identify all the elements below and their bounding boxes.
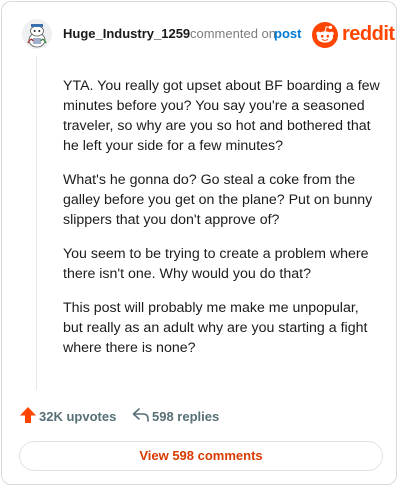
upvote-arrow-icon[interactable]: [19, 406, 37, 424]
view-comments-button[interactable]: View 598 comments: [19, 441, 383, 471]
action-text: commented on: [190, 26, 276, 41]
comment-paragraph: This post will probably me make me unpop…: [63, 300, 368, 356]
comment-card: Huge_Industry_1259 commented on post red…: [1, 1, 397, 485]
comment-paragraph: YTA. You really got upset about BF board…: [63, 78, 380, 154]
reply-count[interactable]: 598 replies: [152, 409, 219, 424]
comment-footer: 32K upvotes 598 replies: [2, 402, 396, 428]
reddit-logo-icon: [312, 22, 338, 48]
avatar-icon[interactable]: [22, 19, 52, 49]
reddit-wordmark: reddit: [342, 23, 395, 45]
username[interactable]: Huge_Industry_1259: [63, 26, 190, 41]
upvote-count[interactable]: 32K upvotes: [39, 409, 116, 424]
thread-line: [36, 56, 37, 390]
post-link[interactable]: post: [274, 26, 301, 41]
comment-paragraph: You seem to be trying to create a proble…: [63, 246, 369, 282]
comment-paragraph: What's he gonna do? Go steal a coke from…: [63, 172, 373, 228]
comment-header: Huge_Industry_1259 commented on post red…: [2, 2, 396, 68]
comment-body: YTA. You really got upset about BF board…: [63, 76, 381, 372]
reply-arrow-icon[interactable]: [132, 407, 150, 423]
